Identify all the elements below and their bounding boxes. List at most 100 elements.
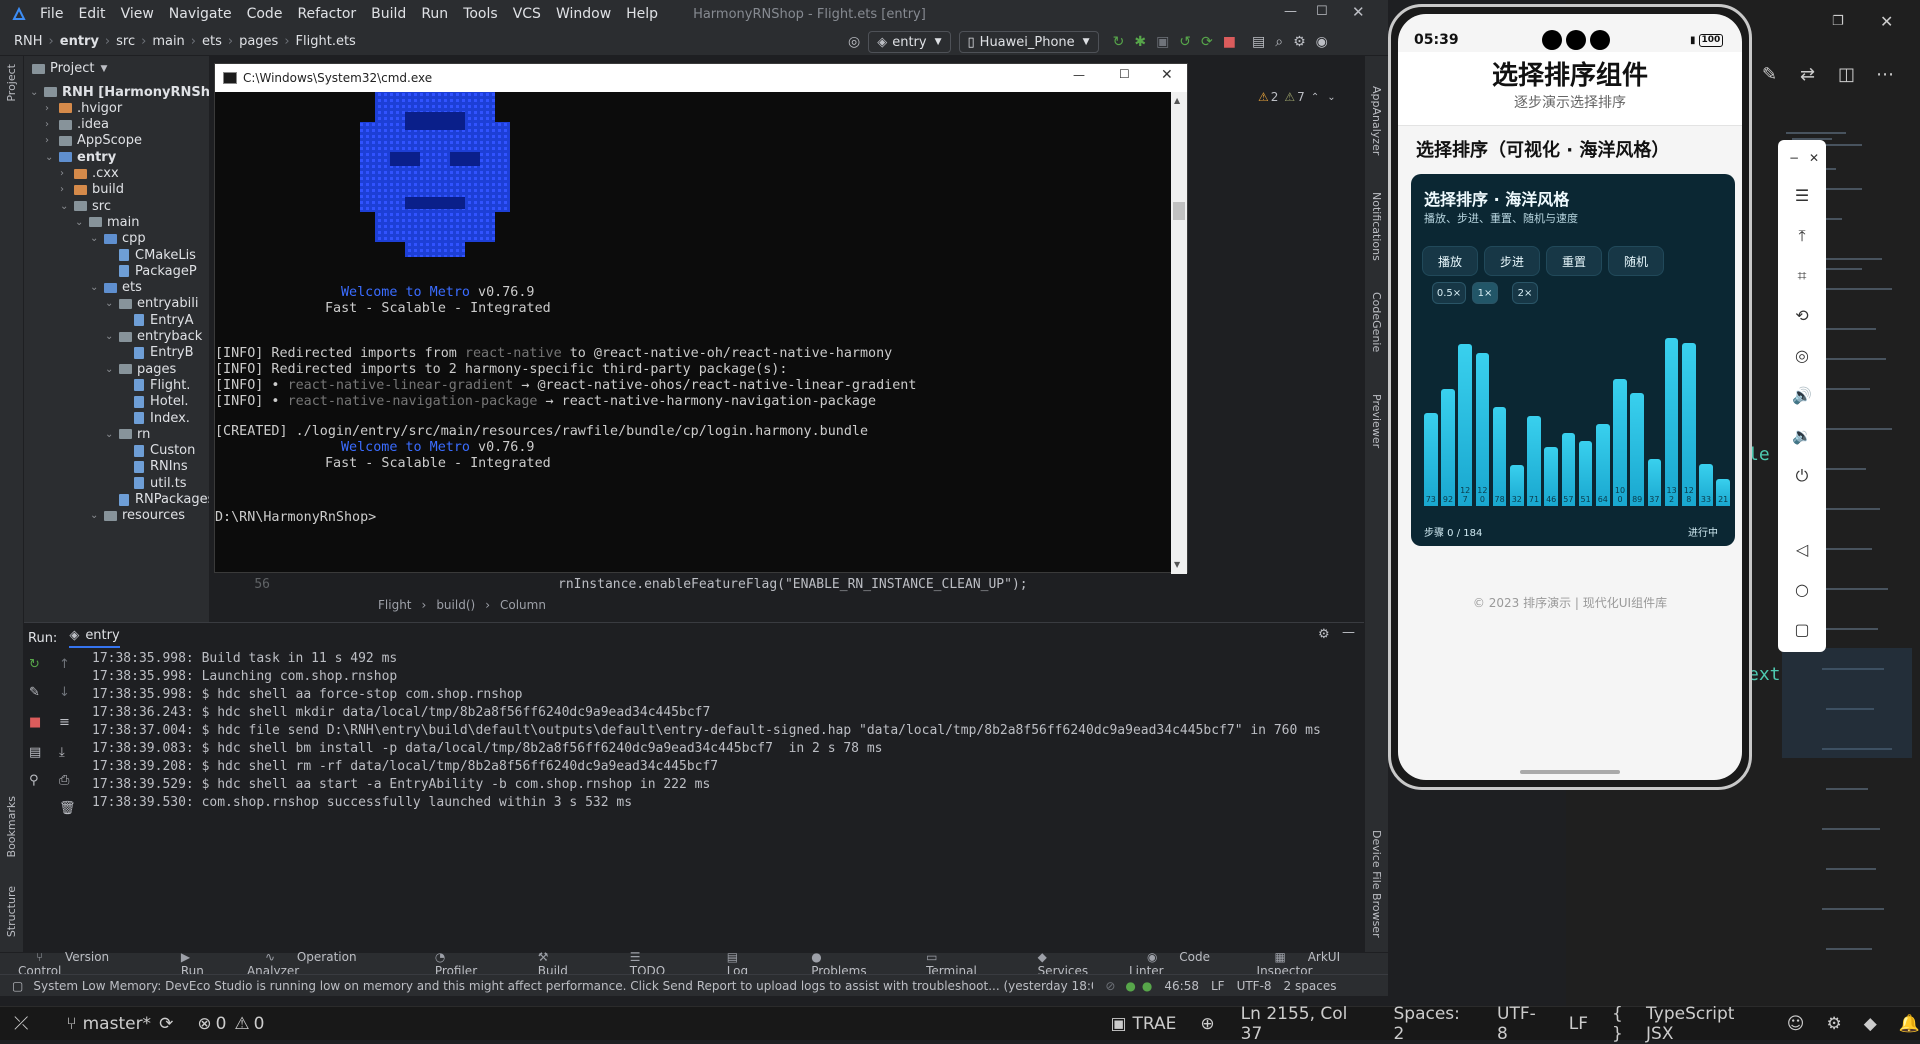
speed-button[interactable]: 1× <box>1472 282 1498 304</box>
trash-icon[interactable]: 🗑 <box>59 801 76 816</box>
chevron-icon[interactable]: › <box>60 168 74 179</box>
wrench-icon[interactable]: ✎ <box>29 685 40 700</box>
copilot-icon[interactable]: ☺ <box>1787 1014 1805 1034</box>
chevron-icon[interactable]: › <box>60 184 74 195</box>
close-button[interactable]: ✕ <box>1880 12 1893 31</box>
minimize-button[interactable]: — <box>1284 4 1297 19</box>
pin-icon[interactable]: ⚲ <box>29 773 39 788</box>
breadcrumb-item[interactable]: Flight.ets <box>296 34 356 49</box>
maximize-button[interactable]: ☐ <box>1316 4 1328 19</box>
volume-up-icon[interactable]: 🔊 <box>1790 384 1814 408</box>
extension-icon[interactable]: ◆ <box>1864 1014 1877 1034</box>
indent-setting[interactable]: 2 spaces <box>1284 979 1337 993</box>
cmd-scrollbar[interactable]: ▲ ▼ <box>1171 92 1187 574</box>
line-separator[interactable]: LF <box>1211 979 1225 993</box>
close-button[interactable]: ✕ <box>1352 3 1365 21</box>
cmd-close-button[interactable]: ✕ <box>1161 67 1173 83</box>
run-config-select[interactable]: ◈ entry ▼ <box>868 31 951 53</box>
chevron-icon[interactable]: ⌄ <box>105 364 119 375</box>
back-icon[interactable]: ◁ <box>1790 538 1814 562</box>
language-mode[interactable]: TypeScript JSX <box>1646 1004 1763 1044</box>
trae-label[interactable]: TRAE <box>1133 1014 1177 1034</box>
chevron-icon[interactable]: ⌄ <box>90 282 104 293</box>
debug-icon[interactable]: ✱ <box>1134 34 1146 50</box>
cmd-maximize-button[interactable]: ☐ <box>1119 67 1130 81</box>
gear-icon[interactable]: ⚙ <box>1318 627 1330 642</box>
inspection-widget[interactable]: ⚠ 2 ⚠ 7 ⌃ ⌄ <box>1258 90 1336 104</box>
previewer-tool-tab[interactable]: Previewer <box>1370 394 1383 448</box>
caret-position[interactable]: 46:58 <box>1164 979 1199 993</box>
apply-code-icon[interactable]: ⟳ <box>1201 34 1213 50</box>
breadcrumb-item[interactable]: ets <box>202 34 222 49</box>
hide-panel-icon[interactable]: — <box>1342 625 1355 640</box>
cmd-scroll-thumb[interactable] <box>1173 202 1185 220</box>
chevron-icon[interactable]: ⌄ <box>105 331 119 342</box>
stop-icon[interactable]: ■ <box>1223 34 1236 50</box>
layout-icon[interactable]: ▤ <box>29 745 41 760</box>
git-branch[interactable]: master* <box>83 1014 151 1034</box>
menu-code[interactable]: Code <box>247 6 283 22</box>
apply-changes-icon[interactable]: ↺ <box>1179 34 1191 50</box>
home-indicator[interactable] <box>1520 770 1620 774</box>
remote-icon[interactable]: ⤫ <box>14 1013 28 1034</box>
breadcrumb-item[interactable]: RNH <box>14 34 43 49</box>
chevron-icon[interactable]: ⌄ <box>60 201 74 212</box>
error-count[interactable]: 0 <box>216 1014 227 1034</box>
rerun-icon[interactable]: ↻ <box>29 657 40 672</box>
camera-icon[interactable]: ◎ <box>1790 344 1814 368</box>
up-arrow-icon[interactable]: ↑ <box>59 657 70 672</box>
scroll-end-icon[interactable]: ⤓ <box>59 745 65 760</box>
recents-icon[interactable]: ▢ <box>1790 618 1814 642</box>
menu-icon[interactable]: ☰ <box>1790 184 1814 208</box>
menu-build[interactable]: Build <box>371 6 406 22</box>
compare-icon[interactable]: ⇄ <box>1800 64 1815 85</box>
chevron-icon[interactable]: › <box>45 103 59 114</box>
breadcrumb-item[interactable]: entry <box>60 34 99 49</box>
warning-count[interactable]: 0 <box>254 1014 265 1034</box>
sync-icon[interactable]: ⟳ <box>159 1014 173 1034</box>
cmd-minimize-button[interactable]: — <box>1073 68 1085 82</box>
menu-file[interactable]: File <box>40 6 63 22</box>
line-ending[interactable]: LF <box>1569 1014 1588 1034</box>
profile-icon[interactable]: ▣ <box>1156 34 1169 50</box>
chevron-icon[interactable]: ⌄ <box>45 152 59 163</box>
device-select[interactable]: ▯ Huawei_Phone ▼ <box>958 31 1099 53</box>
more-icon[interactable]: ⋯ <box>1876 64 1894 85</box>
structure-tool-tab[interactable]: Structure <box>5 886 18 937</box>
file-encoding[interactable]: UTF-8 <box>1237 979 1272 993</box>
chevron-icon[interactable]: › <box>45 135 59 146</box>
random-button[interactable]: 随机 <box>1608 246 1664 276</box>
chevron-icon[interactable]: ⌄ <box>105 298 119 309</box>
volume-down-icon[interactable]: 🔉 <box>1790 424 1814 448</box>
chevron-down-icon[interactable]: ⌄ <box>1327 92 1335 103</box>
gear-icon[interactable]: ⚙ <box>1293 34 1306 50</box>
restore-button[interactable]: ❐ <box>1832 14 1844 29</box>
down-arrow-icon[interactable]: ↓ <box>59 685 70 700</box>
menu-tools[interactable]: Tools <box>463 6 498 22</box>
menu-window[interactable]: Window <box>556 6 611 22</box>
breadcrumb-item[interactable]: main <box>152 34 184 49</box>
print-icon[interactable]: ⎙ <box>59 773 69 788</box>
device-manager-icon[interactable]: ▤ <box>1252 34 1265 50</box>
project-tool-tab[interactable]: Project <box>5 64 18 102</box>
breadcrumb-item[interactable]: pages <box>239 34 278 49</box>
chevron-icon[interactable]: ⌄ <box>90 233 104 244</box>
edit-icon[interactable]: ✎ <box>1762 64 1777 85</box>
speed-button[interactable]: 2× <box>1512 282 1538 304</box>
chevron-up-icon[interactable]: ⌃ <box>1311 92 1319 103</box>
target-icon[interactable]: ◎ <box>848 34 860 50</box>
chevron-icon[interactable]: ⌄ <box>30 87 44 98</box>
chevron-icon[interactable]: › <box>45 119 59 130</box>
tree-item[interactable]: ⌄ resources <box>90 506 185 526</box>
power-icon[interactable]: ⏻ <box>1790 464 1814 488</box>
menu-vcs[interactable]: VCS <box>513 6 541 22</box>
crop-icon[interactable]: ⌗ <box>1790 264 1814 288</box>
bell-icon[interactable]: 🔔 <box>1899 1014 1920 1034</box>
speed-button[interactable]: 0.5× <box>1432 282 1466 304</box>
split-icon[interactable]: ◫ <box>1838 64 1855 85</box>
run-tab[interactable]: ◈ entry <box>69 628 120 648</box>
account-icon[interactable]: ◉ <box>1316 34 1328 50</box>
layout-icon[interactable]: ▢ <box>12 979 23 993</box>
status-message[interactable]: System Low Memory: DevEco Studio is runn… <box>33 979 1093 993</box>
breadcrumb-item[interactable]: src <box>116 34 135 49</box>
